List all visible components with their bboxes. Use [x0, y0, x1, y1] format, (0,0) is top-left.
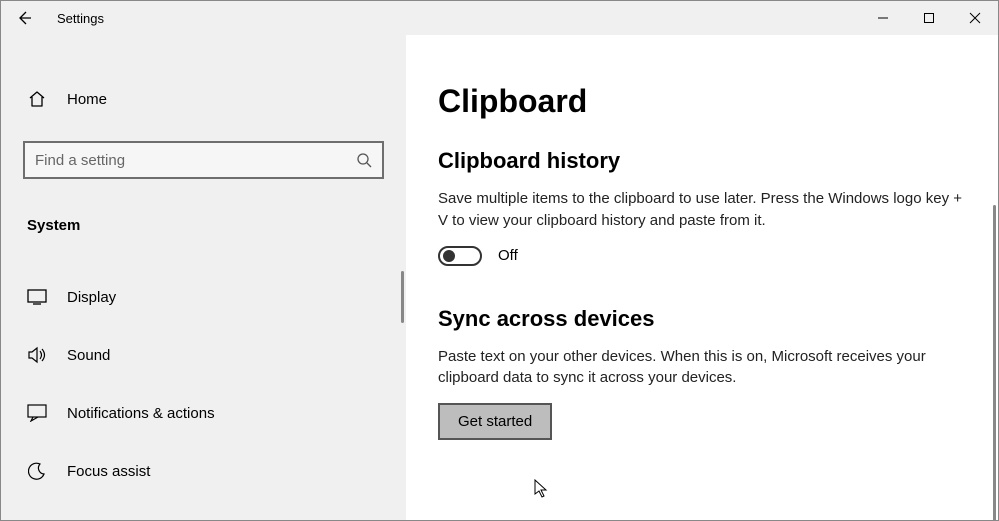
nav-list: Display Sound Notifications & actions Fo… — [1, 268, 406, 500]
close-icon — [969, 12, 981, 24]
maximize-button[interactable] — [906, 1, 952, 35]
moon-icon — [25, 462, 49, 480]
sync-heading: Sync across devices — [438, 306, 966, 332]
close-button[interactable] — [952, 1, 998, 35]
titlebar: Settings — [1, 1, 998, 35]
sidebar-item-label: Sound — [67, 347, 110, 364]
history-heading: Clipboard history — [438, 148, 966, 174]
back-button[interactable] — [1, 1, 47, 35]
window-controls — [860, 1, 998, 35]
sidebar-item-label: Notifications & actions — [67, 405, 215, 422]
sidebar-item-focus-assist[interactable]: Focus assist — [1, 442, 406, 500]
sidebar-item-display[interactable]: Display — [1, 268, 406, 326]
main-scrollbar[interactable] — [993, 205, 996, 520]
category-heading: System — [1, 203, 406, 248]
sync-description: Paste text on your other devices. When t… — [438, 346, 966, 390]
home-button[interactable]: Home — [1, 75, 406, 123]
sidebar-scrollbar[interactable] — [401, 271, 404, 323]
sidebar: Home System Display Sound — [1, 35, 406, 520]
sidebar-item-sound[interactable]: Sound — [1, 326, 406, 384]
search-icon — [356, 152, 372, 168]
minimize-icon — [877, 12, 889, 24]
maximize-icon — [923, 12, 935, 24]
history-toggle[interactable] — [438, 246, 482, 266]
history-toggle-row: Off — [438, 246, 966, 266]
home-label: Home — [67, 91, 107, 108]
main-panel: Clipboard Clipboard history Save multipl… — [406, 35, 998, 520]
sidebar-item-label: Display — [67, 289, 116, 306]
get-started-button[interactable]: Get started — [438, 403, 552, 440]
history-description: Save multiple items to the clipboard to … — [438, 188, 966, 232]
search-input[interactable] — [35, 152, 356, 169]
content-layout: Home System Display Sound — [1, 35, 998, 520]
display-icon — [25, 289, 49, 305]
notifications-icon — [25, 404, 49, 422]
search-wrap — [23, 141, 384, 179]
search-box[interactable] — [23, 141, 384, 179]
sidebar-item-notifications[interactable]: Notifications & actions — [1, 384, 406, 442]
arrow-left-icon — [16, 10, 32, 26]
window-title: Settings — [57, 11, 104, 26]
page-title: Clipboard — [438, 83, 966, 120]
history-toggle-label: Off — [498, 247, 518, 264]
toggle-knob — [443, 250, 455, 262]
minimize-button[interactable] — [860, 1, 906, 35]
sound-icon — [25, 346, 49, 364]
home-icon — [25, 90, 49, 108]
sidebar-item-label: Focus assist — [67, 463, 150, 480]
